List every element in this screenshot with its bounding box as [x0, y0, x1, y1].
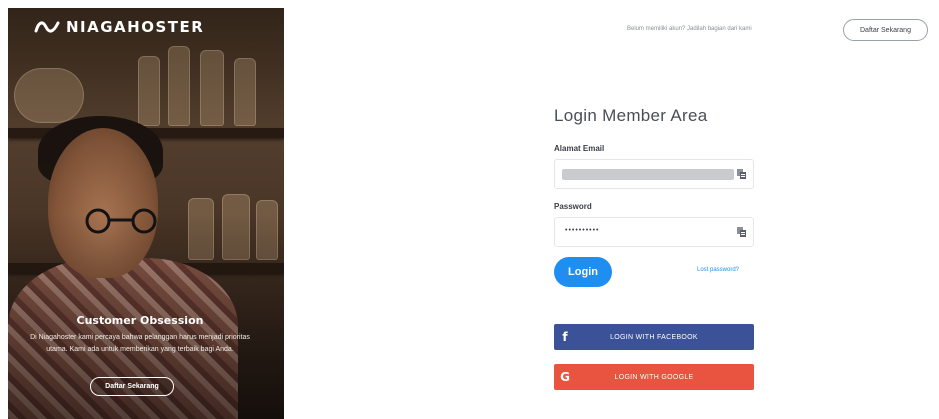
password-field[interactable]: ••••••••••: [554, 217, 754, 247]
brand-name: NIAGAHOSTER: [66, 18, 205, 36]
email-label: Alamat Email: [554, 144, 605, 153]
facebook-button-label: LOGIN WITH FACEBOOK: [610, 333, 698, 341]
hero-overlay: [8, 8, 284, 419]
hero-description: Di Niagahoster kami percaya bahwa pelang…: [30, 334, 250, 353]
lost-password-link[interactable]: Lost password?: [697, 267, 739, 273]
signup-prompt: Belum memiliki akun? Jadilah bagian dari…: [627, 26, 752, 32]
hero-signup-button[interactable]: Daftar Sekarang: [90, 377, 174, 396]
niagahoster-logo-icon: [34, 21, 60, 33]
page-title: Login Member Area: [554, 106, 708, 125]
hero-panel: NIAGAHOSTER Customer Obsession Di Niagah…: [8, 8, 284, 419]
hero-title: Customer Obsession: [76, 314, 204, 327]
password-manager-icon[interactable]: [737, 227, 747, 238]
password-value: ••••••••••: [565, 227, 600, 234]
login-page: NIAGAHOSTER Customer Obsession Di Niagah…: [0, 0, 939, 419]
signup-button[interactable]: Daftar Sekarang: [843, 19, 928, 41]
login-facebook-button[interactable]: f LOGIN WITH FACEBOOK: [554, 324, 754, 350]
facebook-icon: f: [562, 330, 568, 344]
google-button-label: LOGIN WITH GOOGLE: [614, 373, 694, 381]
email-value-redacted: [562, 169, 734, 180]
password-manager-icon[interactable]: [737, 169, 747, 180]
password-label: Password: [554, 202, 592, 211]
email-field[interactable]: [554, 159, 754, 189]
login-button[interactable]: Login: [554, 257, 612, 287]
login-google-button[interactable]: G LOGIN WITH GOOGLE: [554, 364, 754, 390]
hero-caption: Customer Obsession Di Niagahoster kami p…: [22, 314, 258, 356]
brand-logo[interactable]: NIAGAHOSTER: [34, 18, 204, 36]
google-icon: G: [560, 370, 570, 384]
